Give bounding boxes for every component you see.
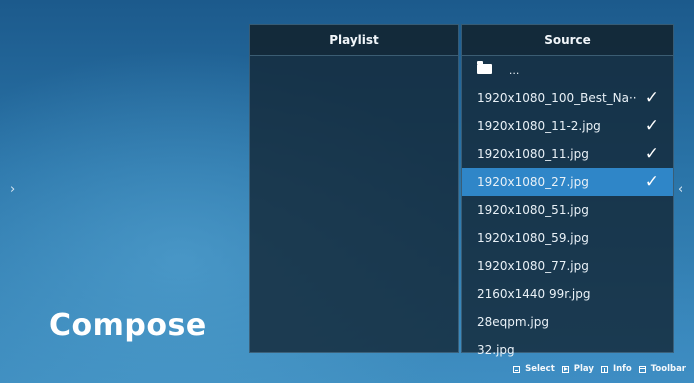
source-item-label: 1920x1080_77.jpg xyxy=(477,259,589,273)
folder-up-item[interactable]: ... xyxy=(462,56,673,84)
select-hint: Select xyxy=(525,364,555,374)
source-item-label: 28eqpm.jpg xyxy=(477,315,549,329)
checkmark-icon: ✓ xyxy=(644,88,659,108)
info-hint: Info xyxy=(612,364,632,374)
folder-icon xyxy=(477,61,492,74)
toolbar-hints: Select Play Info Toolbar xyxy=(513,364,686,374)
source-item[interactable]: 2160x1440 99r.jpg xyxy=(462,280,673,308)
source-item-label: 2160x1440 99r.jpg xyxy=(477,287,591,301)
source-item-label: 1920x1080_27.jpg xyxy=(477,175,589,189)
play-hint: Play xyxy=(573,364,594,374)
toolbar-key-icon xyxy=(638,365,646,373)
source-item[interactable]: 32.jpg xyxy=(462,336,673,364)
page-title: Compose xyxy=(49,308,207,343)
source-item[interactable]: 28eqpm.jpg xyxy=(462,308,673,336)
source-header: Source xyxy=(462,25,673,56)
next-arrow-icon[interactable]: ‹ xyxy=(678,183,683,196)
toolbar-hint: Toolbar xyxy=(650,364,686,374)
source-item[interactable]: 1920x1080_11-2.jpg ✓ xyxy=(462,112,673,140)
source-item-label: 1920x1080_11.jpg xyxy=(477,147,589,161)
source-item-label: 1920x1080_100_Best_Na·· xyxy=(477,91,637,105)
source-item[interactable]: 1920x1080_77.jpg xyxy=(462,252,673,280)
source-list: ... 1920x1080_100_Best_Na·· ✓ 1920x1080_11… xyxy=(462,56,673,364)
source-item-label: 1920x1080_59.jpg xyxy=(477,231,589,245)
playlist-panel[interactable]: Playlist xyxy=(249,24,459,353)
checkmark-icon: ✓ xyxy=(644,144,659,164)
source-item[interactable]: 1920x1080_11.jpg ✓ xyxy=(462,140,673,168)
play-key-icon xyxy=(561,365,569,373)
previous-arrow-icon[interactable]: › xyxy=(10,183,15,196)
select-key-icon xyxy=(513,365,521,373)
source-panel[interactable]: Source ... 1920x1080_100_Best_Na·· ✓ 1920x… xyxy=(461,24,674,357)
source-item[interactable]: 1920x1080_27.jpg ✓ xyxy=(462,168,673,196)
source-item-label: 32.jpg xyxy=(477,343,515,357)
source-item-label: 1920x1080_11-2.jpg xyxy=(477,119,601,133)
checkmark-icon: ✓ xyxy=(644,116,659,136)
source-item-label: 1920x1080_51.jpg xyxy=(477,203,589,217)
source-item[interactable]: 1920x1080_59.jpg xyxy=(462,224,673,252)
playlist-header: Playlist xyxy=(250,25,458,56)
folder-label: ... xyxy=(508,64,520,77)
source-item[interactable]: 1920x1080_51.jpg xyxy=(462,196,673,224)
source-item[interactable]: 1920x1080_100_Best_Na·· ✓ xyxy=(462,84,673,112)
checkmark-icon: ✓ xyxy=(644,172,659,192)
info-key-icon xyxy=(600,365,608,373)
